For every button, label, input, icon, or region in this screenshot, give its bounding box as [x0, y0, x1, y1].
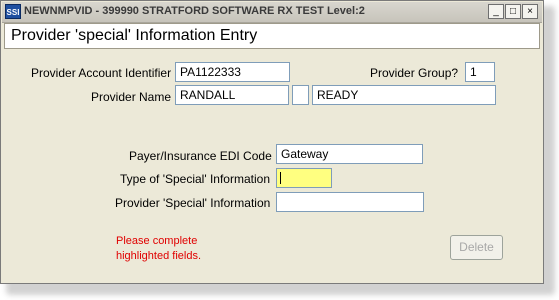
- validation-message-line-1: Please complete: [116, 235, 198, 247]
- panel-header: Provider 'special' Information Entry: [4, 23, 540, 49]
- edi-code-field[interactable]: Gateway: [276, 144, 423, 164]
- validation-message: Please complete highlighted fields.: [116, 234, 201, 264]
- validation-message-line-2: highlighted fields.: [116, 250, 202, 262]
- app-icon: SSI: [5, 4, 21, 19]
- close-button[interactable]: ×: [522, 4, 538, 19]
- special-type-label: Type of 'Special' Information: [120, 172, 270, 186]
- minimize-button[interactable]: _: [488, 4, 504, 19]
- provider-group-field[interactable]: 1: [465, 62, 495, 82]
- page-title: Provider 'special' Information Entry: [11, 27, 258, 44]
- window-title: NEWNMPVID - 399990 STRATFORD SOFTWARE RX…: [24, 5, 365, 17]
- provider-name-label: Provider Name: [91, 90, 172, 104]
- special-info-label: Provider 'Special' Information: [115, 196, 271, 210]
- special-type-field[interactable]: [276, 168, 332, 188]
- app-window: SSI NEWNMPVID - 399990 STRATFORD SOFTWAR…: [0, 0, 544, 284]
- provider-middle-initial-field[interactable]: [292, 85, 309, 105]
- provider-account-label: Provider Account Identifier: [31, 66, 172, 80]
- provider-account-field[interactable]: PA1122333: [175, 62, 290, 82]
- text-caret: [280, 172, 281, 184]
- title-bar[interactable]: SSI NEWNMPVID - 399990 STRATFORD SOFTWAR…: [2, 2, 542, 23]
- provider-group-label: Provider Group?: [370, 66, 459, 80]
- special-info-field[interactable]: [276, 192, 424, 212]
- provider-first-name-field[interactable]: READY: [312, 85, 496, 105]
- provider-last-name-field[interactable]: RANDALL: [175, 85, 289, 105]
- delete-button[interactable]: Delete: [450, 235, 503, 260]
- edi-code-label: Payer/Insurance EDI Code: [129, 149, 272, 163]
- maximize-button[interactable]: □: [505, 4, 521, 19]
